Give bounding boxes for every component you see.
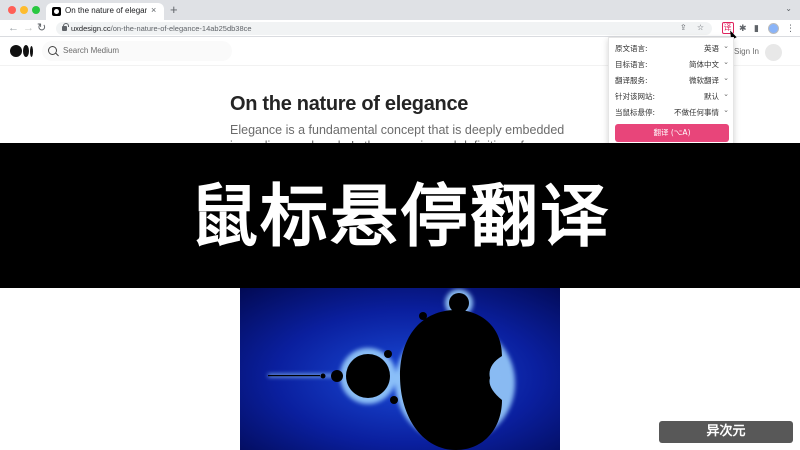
medium-logo-icon[interactable] [10,45,34,57]
side-panel-icon[interactable]: ▮ [754,23,759,34]
new-tab-button[interactable]: + [170,2,178,17]
source-language-label: 原文语言: [615,44,648,53]
profile-avatar[interactable] [768,23,779,34]
reload-button[interactable]: ↻ [37,21,46,36]
hover-action-label: 当鼠标悬停: [615,108,656,117]
hover-action-value: 不做任何事情 [674,108,719,117]
source-language-value: 英语 [704,44,719,53]
translation-service-label: 翻译服务: [615,76,648,85]
address-bar[interactable]: uxdesign.cc/on-the-nature-of-elegance-14… [56,22,712,35]
article-title: On the nature of elegance [230,93,469,115]
chevron-down-icon: ⌄ [723,42,729,50]
search-placeholder: Search Medium [63,46,120,55]
lock-icon[interactable] [62,23,69,31]
tab-title: On the nature of elegance. Ele [65,6,147,15]
translation-service-value: 微软翻译 [689,76,719,85]
browser-toolbar: ← → ↻ uxdesign.cc/on-the-nature-of-elega… [0,20,800,37]
close-window-button[interactable] [8,6,16,14]
extensions-puzzle-icon[interactable]: ✱ [739,23,747,34]
watermark-badge: 异次元 iPlaySoft.com [659,421,793,450]
forward-button[interactable]: → [23,21,34,36]
omnibox-actions: ⇪ ☆ [672,23,704,32]
target-language-label: 目标语言: [615,60,648,69]
url-text[interactable]: uxdesign.cc/on-the-nature-of-elegance-14… [71,24,252,33]
chevron-down-icon: ⌄ [723,90,729,98]
bookmark-star-icon[interactable]: ☆ [697,23,704,32]
mandelbrot-fractal-image [240,288,560,450]
medium-favicon-icon [52,7,61,16]
user-avatar[interactable] [765,44,782,61]
target-language-select[interactable]: 目标语言: 简体中文 ⌄ [615,58,729,72]
site-setting-select[interactable]: 针对该网站: 默认 ⌄ [615,90,729,104]
browser-tabstrip: On the nature of elegance. Ele × + ⌄ [0,0,800,20]
hover-action-select[interactable]: 当鼠标悬停: 不做任何事情 ⌄ [615,106,729,120]
minimize-window-button[interactable] [20,6,28,14]
caption-text: 鼠标悬停翻译 [189,178,610,257]
tab-search-icon[interactable]: ⌄ [785,4,792,13]
site-setting-value: 默认 [704,92,719,101]
back-button[interactable]: ← [8,21,19,36]
caption-banner: 鼠标悬停翻译 [0,143,800,288]
chevron-down-icon: ⌄ [723,106,729,114]
browser-menu-icon[interactable]: ⋮ [786,23,795,34]
translation-service-select[interactable]: 翻译服务: 微软翻译 ⌄ [615,74,729,88]
browser-tab-active[interactable]: On the nature of elegance. Ele × [46,3,164,20]
share-icon[interactable]: ⇪ [680,23,687,32]
translation-popup: 原文语言: 英语 ⌄ 目标语言: 简体中文 ⌄ 翻译服务: 微软翻译 ⌄ 针对该… [608,37,734,145]
search-input[interactable]: Search Medium [42,41,232,61]
tab-close-icon[interactable]: × [151,5,156,15]
maximize-window-button[interactable] [32,6,40,14]
chevron-down-icon: ⌄ [723,58,729,66]
search-icon [48,46,57,55]
translate-button[interactable]: 翻译 (⌥A) [615,124,729,142]
site-setting-label: 针对该网站: [615,92,656,101]
target-language-value: 简体中文 [689,60,719,69]
source-language-select[interactable]: 原文语言: 英语 ⌄ [615,42,729,56]
sign-in-link[interactable]: Sign In [734,47,759,56]
chevron-down-icon: ⌄ [723,74,729,82]
